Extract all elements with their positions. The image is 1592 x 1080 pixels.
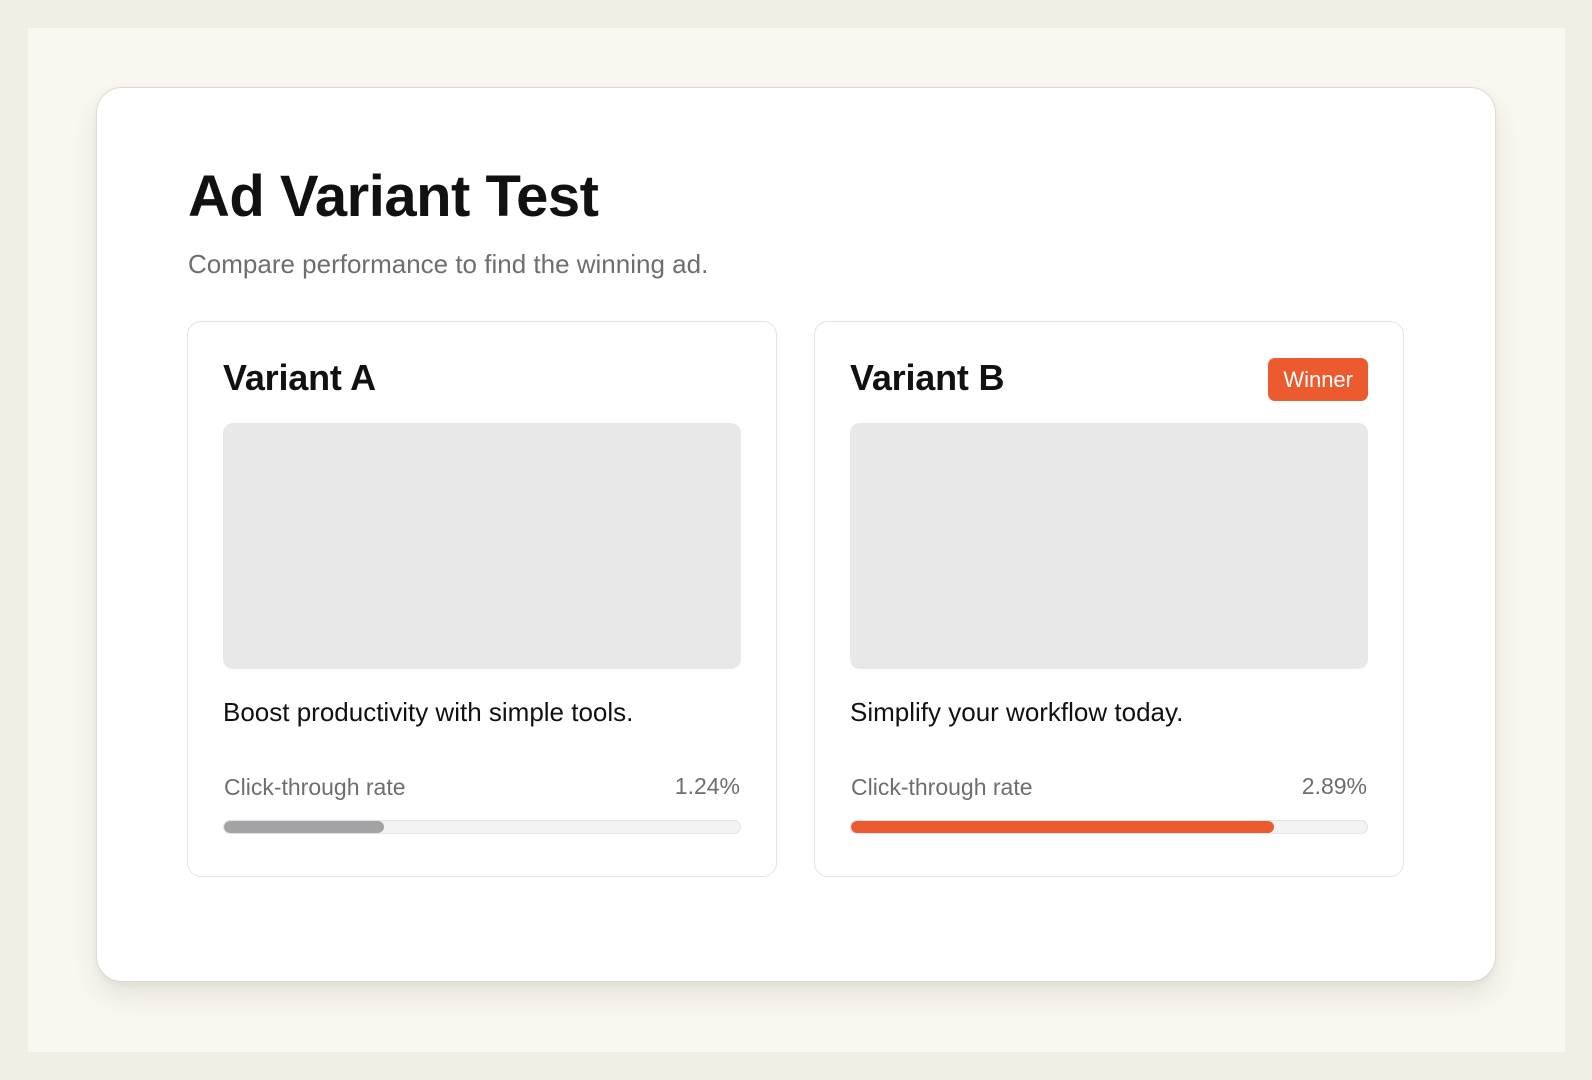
- winner-badge: Winner: [1268, 358, 1368, 401]
- ad-copy: Simplify your workflow today.: [850, 697, 1184, 727]
- ad-copy: Boost productivity with simple tools.: [223, 697, 634, 727]
- ctr-progress-fill: [224, 821, 384, 833]
- ad-preview-image: [850, 423, 1368, 669]
- ctr-progress-fill: [851, 821, 1275, 833]
- ctr-value: 2.89%: [1301, 773, 1367, 799]
- ctr-value: 1.24%: [674, 773, 740, 799]
- ad-preview-image: [223, 423, 741, 669]
- ctr-progress-track: [850, 820, 1368, 834]
- ctr-label: Click-through rate: [224, 774, 406, 800]
- page-subtitle: Compare performance to find the winning …: [188, 249, 709, 279]
- variant-card-b[interactable]: Variant B Winner Simplify your workflow …: [814, 321, 1404, 877]
- variant-title: Variant B: [850, 357, 1005, 398]
- ctr-progress-track: [223, 820, 741, 834]
- variant-card-a[interactable]: Variant A Boost productivity with simple…: [187, 321, 777, 877]
- variant-title: Variant A: [223, 357, 376, 398]
- page-title: Ad Variant Test: [188, 164, 599, 229]
- ctr-label: Click-through rate: [851, 774, 1033, 800]
